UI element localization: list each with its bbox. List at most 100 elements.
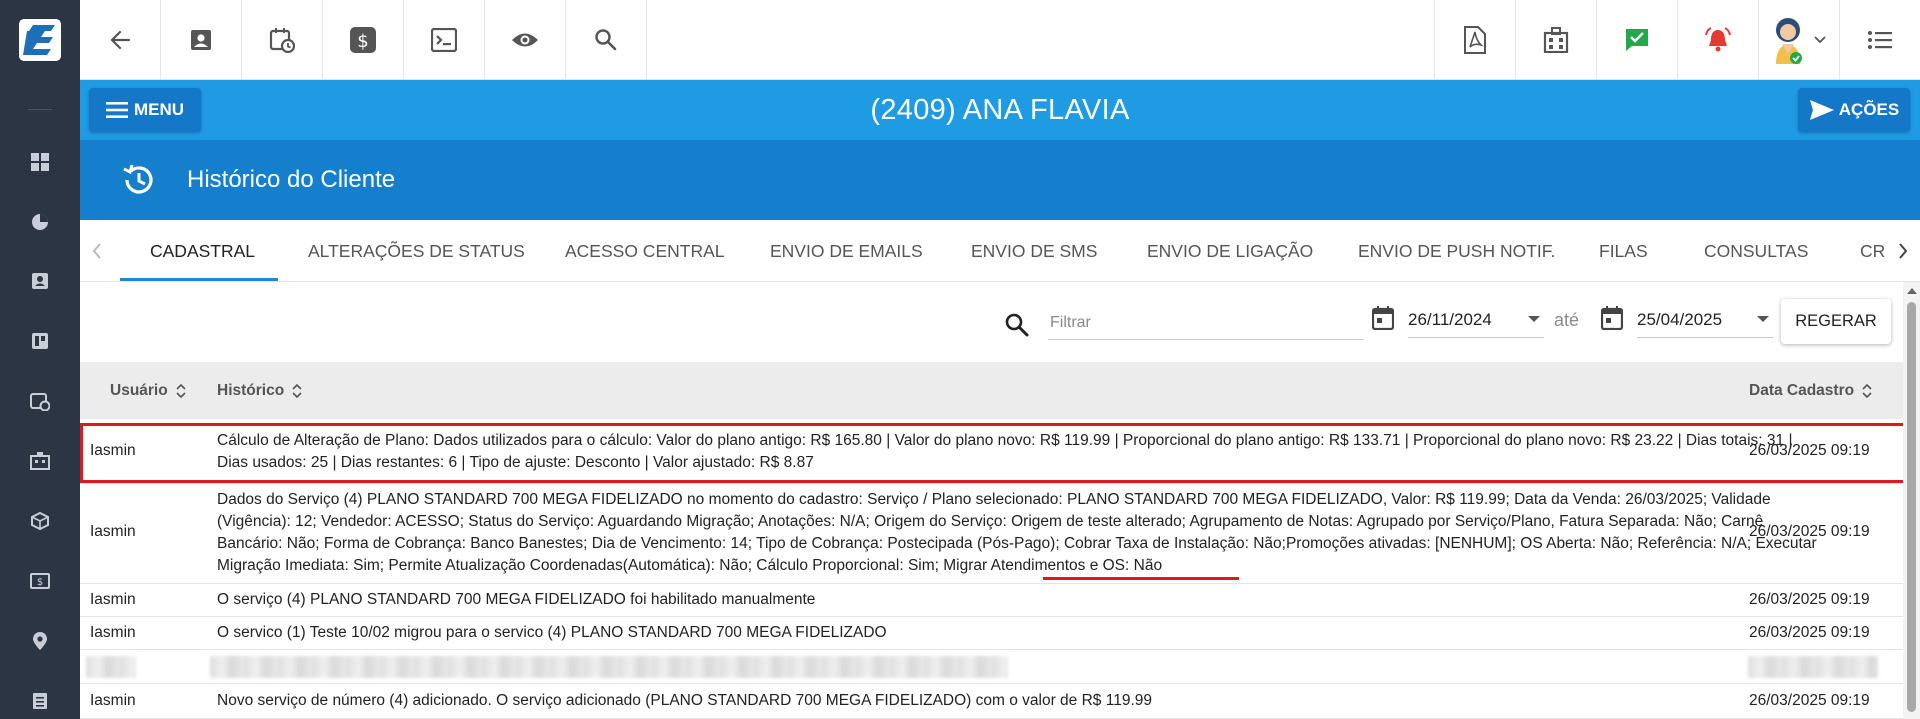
filter-input[interactable] <box>1048 306 1364 340</box>
table-row[interactable]: Iasmin Dados do Serviço (4) PLANO STANDA… <box>80 484 1903 584</box>
alarm-bell-icon <box>1705 27 1731 52</box>
search-button[interactable] <box>566 0 647 80</box>
calendar-clock-icon[interactable] <box>28 389 52 413</box>
tab-queries[interactable]: CONSULTAS <box>1704 220 1808 281</box>
date-from-field[interactable]: 26/11/2024 <box>1408 302 1544 338</box>
chevron-down-icon <box>1814 36 1826 44</box>
row-date: 26/03/2025 09:19 <box>1749 442 1870 459</box>
date-to-field[interactable]: 25/04/2025 <box>1637 302 1773 338</box>
left-sidebar: $ <box>0 0 80 719</box>
hamburger-icon <box>105 102 128 118</box>
svg-text:$: $ <box>37 577 43 588</box>
terminal-button[interactable] <box>404 0 485 80</box>
map-pin-icon[interactable] <box>28 629 52 653</box>
scroll-up-arrow-icon[interactable] <box>1907 288 1917 294</box>
table-header: Usuário Histórico Data Cadastro <box>80 362 1903 419</box>
eye-icon <box>512 33 538 47</box>
logo-icon <box>19 19 61 61</box>
column-header-user[interactable]: Usuário <box>110 362 186 419</box>
active-tab-indicator <box>120 278 278 281</box>
table-row[interactable]: Iasmin O serviço (4) PLANO STANDARD 700 … <box>80 584 1903 617</box>
date-to-value: 25/04/2025 <box>1637 310 1723 329</box>
checkmark-message-icon <box>1626 29 1648 51</box>
pdf-file-icon <box>1464 26 1486 54</box>
chevron-left-icon <box>92 243 101 259</box>
chevron-right-icon <box>1899 243 1908 259</box>
building-icon[interactable] <box>28 449 52 473</box>
pie-chart-icon[interactable] <box>28 210 52 234</box>
history-tabs: CADASTRAL ALTERAÇÕES DE STATUS ACESSO CE… <box>80 220 1920 282</box>
client-title: (2409) ANA FLAVIA <box>870 94 1130 126</box>
calendar-icon <box>1372 306 1394 330</box>
row-history: O serviço (4) PLANO STANDARD 700 MEGA FI… <box>217 591 816 608</box>
scroll-thumb[interactable] <box>1907 302 1916 712</box>
list-icon <box>1868 31 1892 49</box>
terminal-icon <box>431 28 457 52</box>
client-header: MENU (2409) ANA FLAVIA AÇÕES <box>80 80 1920 140</box>
history-icon <box>123 164 153 194</box>
caret-down-icon <box>1757 316 1769 322</box>
dashboard-icon[interactable] <box>28 150 52 174</box>
tabs-scroll-right-button[interactable] <box>1886 220 1920 281</box>
schedule-button[interactable] <box>242 0 323 80</box>
section-header: Histórico do Cliente <box>80 140 1920 220</box>
tab-calls[interactable]: ENVIO DE LIGAÇÃO <box>1147 220 1313 281</box>
arrow-left-icon <box>110 30 131 50</box>
tab-queues[interactable]: FILAS <box>1599 220 1648 281</box>
sidebar-divider <box>28 109 52 110</box>
tab-status-changes[interactable]: ALTERAÇÕES DE STATUS <box>308 220 525 281</box>
table-row[interactable]: Iasmin O servico (1) Teste 10/02 migrou … <box>80 617 1903 650</box>
caret-down-icon <box>1528 316 1540 322</box>
redacted-user <box>86 656 136 678</box>
actions-button[interactable]: AÇÕES <box>1798 88 1910 132</box>
column-header-date[interactable]: Data Cadastro <box>1749 362 1872 419</box>
menu-button[interactable]: MENU <box>89 88 201 132</box>
pdf-button[interactable] <box>1434 0 1515 80</box>
contact-button[interactable] <box>161 0 242 80</box>
sort-icon <box>176 383 186 398</box>
app-logo[interactable] <box>0 0 80 80</box>
table-row[interactable]: Iasmin Cálculo de Alteração de Plano: Da… <box>80 423 1903 484</box>
row-date: 26/03/2025 09:19 <box>1749 692 1870 709</box>
row-user: Iasmin <box>90 523 136 540</box>
tab-central-access[interactable]: ACESSO CENTRAL <box>565 220 724 281</box>
svg-text:$: $ <box>357 31 368 52</box>
alarms-button[interactable] <box>1677 0 1758 80</box>
cube-icon[interactable] <box>28 509 52 533</box>
money-icon[interactable]: $ <box>28 569 52 593</box>
row-date: 26/03/2025 09:19 <box>1749 591 1870 608</box>
calendar-clock-icon <box>269 28 295 53</box>
row-history: Novo serviço de número (4) adicionado. O… <box>217 692 1152 709</box>
list-menu-button[interactable] <box>1839 0 1920 80</box>
table-row-redacted <box>80 650 1903 684</box>
contact-card-icon <box>191 30 211 50</box>
contact-card-icon[interactable] <box>28 269 52 293</box>
date-from-value: 26/11/2024 <box>1408 310 1492 329</box>
tab-sms[interactable]: ENVIO DE SMS <box>971 220 1097 281</box>
row-user: Iasmin <box>90 591 136 608</box>
board-icon[interactable] <box>28 329 52 353</box>
column-header-history[interactable]: Histórico <box>217 362 302 419</box>
back-button[interactable] <box>80 0 161 80</box>
approvals-button[interactable] <box>1596 0 1677 80</box>
row-user: Iasmin <box>90 442 136 459</box>
menu-label: MENU <box>133 100 185 119</box>
tab-cadastral[interactable]: CADASTRAL <box>150 220 255 281</box>
sort-icon <box>1862 383 1872 398</box>
tabs-scroll-left-button[interactable] <box>80 220 114 281</box>
view-button[interactable] <box>485 0 566 80</box>
company-button[interactable] <box>1515 0 1596 80</box>
row-history: Dados do Serviço (4) PLANO STANDARD 700 … <box>217 491 1817 574</box>
table-row[interactable]: Iasmin Novo serviço de número (4) adicio… <box>80 684 1903 719</box>
row-date: 26/03/2025 09:19 <box>1749 624 1870 641</box>
user-menu-button[interactable] <box>1758 0 1839 80</box>
vertical-scrollbar[interactable] <box>1903 282 1920 719</box>
row-user: Iasmin <box>90 692 136 709</box>
tab-cr[interactable]: CR <box>1860 220 1885 281</box>
tab-push[interactable]: ENVIO DE PUSH NOTIF. <box>1358 220 1555 281</box>
regenerate-button[interactable]: REGERAR <box>1781 299 1891 344</box>
tab-emails[interactable]: ENVIO DE EMAILS <box>770 220 923 281</box>
finance-button[interactable]: $ <box>323 0 404 80</box>
document-list-icon[interactable] <box>28 689 52 713</box>
date-separator: até <box>1554 310 1580 330</box>
